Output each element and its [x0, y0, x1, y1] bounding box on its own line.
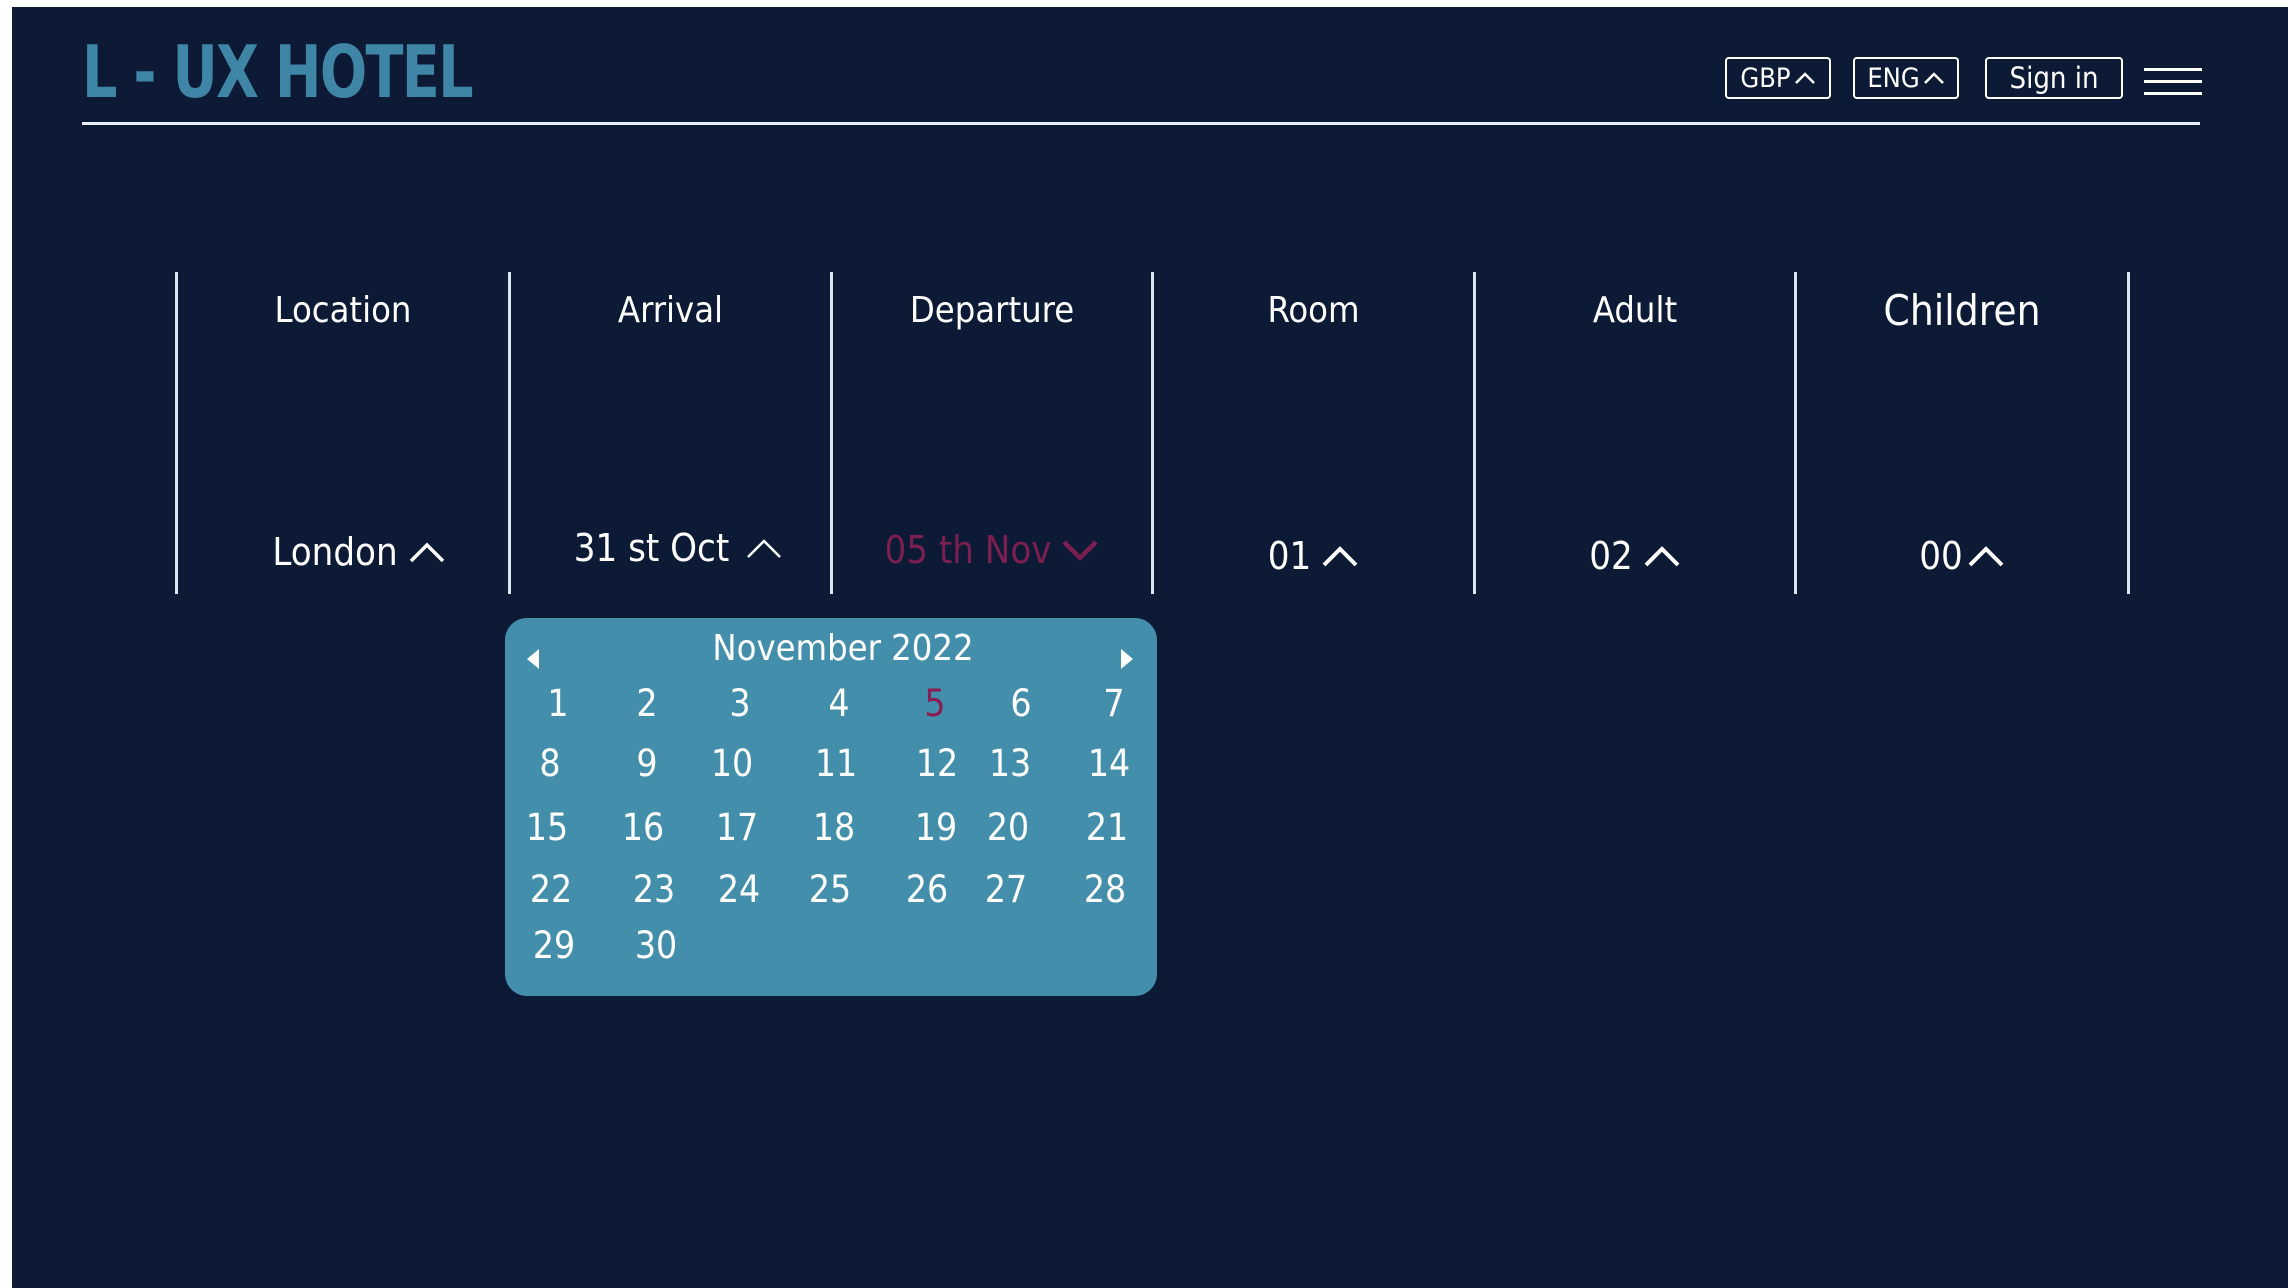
- chevron-down-icon: [1061, 538, 1099, 562]
- children-field: Children 00: [1797, 272, 2127, 594]
- sign-in-button[interactable]: Sign in: [1985, 57, 2123, 99]
- chevron-up-icon: [408, 540, 446, 564]
- chevron-up-icon: [745, 536, 783, 560]
- children-selector[interactable]: 00: [1797, 534, 2127, 578]
- calendar-day[interactable]: 2: [615, 682, 679, 725]
- location-value: London: [272, 530, 398, 574]
- chevron-up-icon: [1643, 544, 1681, 568]
- calendar-day[interactable]: 8: [518, 742, 582, 785]
- location-selector[interactable]: London: [178, 530, 508, 574]
- calendar-day[interactable]: 12: [905, 742, 969, 785]
- calendar-day[interactable]: 6: [989, 682, 1053, 725]
- calendar-day-selected[interactable]: 5: [903, 682, 967, 725]
- departure-value: 05 th Nov: [884, 528, 1052, 572]
- children-label: Children: [1883, 286, 2041, 335]
- language-label: ENG: [1867, 62, 1920, 94]
- calendar-day[interactable]: 20: [976, 806, 1040, 849]
- calendar-day[interactable]: 15: [515, 806, 579, 849]
- adult-field: Adult 02: [1476, 272, 1794, 594]
- calendar-day[interactable]: 23: [622, 868, 686, 911]
- calendar-day[interactable]: 16: [611, 806, 675, 849]
- calendar-day[interactable]: 17: [705, 806, 769, 849]
- calendar-month-title: November 2022: [712, 628, 974, 669]
- departure-selector[interactable]: 05 th Nov: [833, 528, 1151, 572]
- calendar-day[interactable]: 27: [974, 868, 1038, 911]
- calendar-day[interactable]: 7: [1082, 682, 1146, 725]
- room-field: Room 01: [1154, 272, 1473, 594]
- date-picker-calendar: November 2022 1 2 3 4 5 6 7 8 9 10 11 12 13 14 15 16 17 1…: [505, 618, 1157, 996]
- calendar-day[interactable]: 19: [904, 806, 968, 849]
- calendar-day[interactable]: 11: [804, 742, 868, 785]
- chevron-up-icon: [1923, 71, 1945, 85]
- arrival-field: Arrival 31 st Oct: [511, 272, 830, 594]
- room-label: Room: [1267, 290, 1360, 331]
- chevron-up-icon: [1321, 544, 1359, 568]
- calendar-day[interactable]: 14: [1077, 742, 1141, 785]
- calendar-day[interactable]: 9: [615, 742, 679, 785]
- sign-in-label: Sign in: [2009, 61, 2099, 95]
- calendar-day[interactable]: 21: [1075, 806, 1139, 849]
- calendar-day[interactable]: 30: [624, 924, 688, 967]
- departure-field: Departure 05 th Nov: [833, 272, 1151, 594]
- location-label: Location: [274, 290, 412, 331]
- calendar-day[interactable]: 4: [807, 682, 871, 725]
- currency-selector-button[interactable]: GBP: [1725, 57, 1831, 99]
- calendar-day[interactable]: 22: [519, 868, 583, 911]
- departure-label: Departure: [909, 290, 1075, 331]
- calendar-day[interactable]: 28: [1073, 868, 1137, 911]
- calendar-day[interactable]: 26: [895, 868, 959, 911]
- calendar-day[interactable]: 3: [708, 682, 772, 725]
- hamburger-menu-icon[interactable]: [2144, 68, 2202, 98]
- currency-label: GBP: [1740, 62, 1791, 94]
- calendar-day[interactable]: 25: [798, 868, 862, 911]
- arrival-label: Arrival: [617, 290, 724, 331]
- calendar-day[interactable]: 18: [802, 806, 866, 849]
- room-value: 01: [1267, 534, 1312, 578]
- chevron-up-icon: [1967, 544, 2005, 568]
- adult-value: 02: [1589, 534, 1633, 578]
- children-value: 00: [1919, 534, 1963, 578]
- adult-selector[interactable]: 02: [1476, 534, 1794, 578]
- room-selector[interactable]: 01: [1154, 534, 1473, 578]
- caret-right-icon[interactable]: [1119, 648, 1135, 670]
- column-divider: [2127, 272, 2130, 594]
- calendar-day[interactable]: 29: [522, 924, 586, 967]
- language-selector-button[interactable]: ENG: [1853, 57, 1959, 99]
- calendar-day[interactable]: 10: [700, 742, 764, 785]
- arrival-selector[interactable]: 31 st Oct: [511, 526, 830, 570]
- location-field: Location London: [178, 272, 508, 594]
- header-divider: [82, 122, 2200, 125]
- chevron-up-icon: [1794, 71, 1816, 85]
- arrival-value: 31 st Oct: [573, 526, 730, 570]
- calendar-day[interactable]: 24: [707, 868, 771, 911]
- hotel-logo[interactable]: L - UX HOTEL: [82, 28, 474, 116]
- calendar-day[interactable]: 13: [978, 742, 1042, 785]
- calendar-day[interactable]: 1: [526, 682, 590, 725]
- adult-label: Adult: [1592, 290, 1678, 331]
